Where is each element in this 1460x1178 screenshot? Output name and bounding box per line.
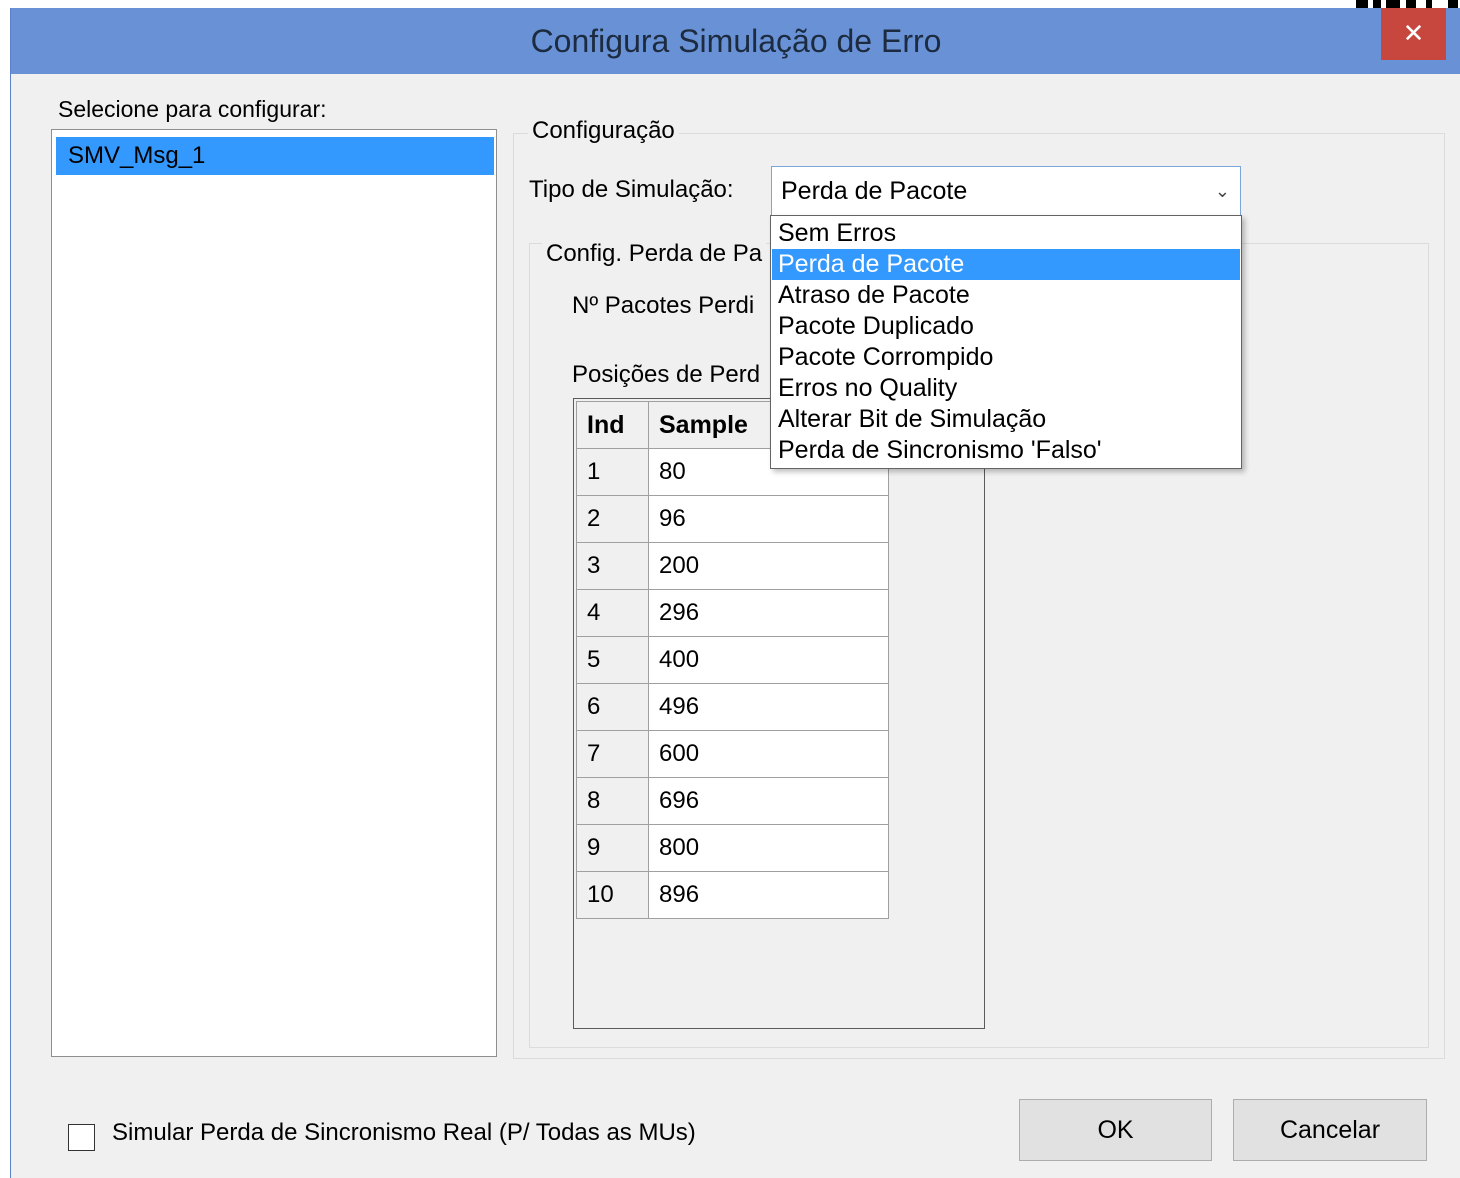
row-index: 2	[576, 495, 649, 543]
sim-type-label: Tipo de Simulação:	[529, 176, 734, 203]
sync-loss-checkbox-label[interactable]: Simular Perda de Sincronismo Real (P/ To…	[112, 1119, 696, 1147]
positions-table: Ind Sample 1 80 2 96 3 200 4 296 5 400 6 496 7…	[576, 401, 889, 919]
row-index: 8	[576, 777, 649, 825]
sample-cell[interactable]: 696	[648, 777, 889, 825]
sample-cell[interactable]: 896	[648, 871, 889, 919]
row-index: 4	[576, 589, 649, 637]
sample-cell[interactable]: 400	[648, 636, 889, 684]
dialog-window: Configura Simulação de Erro ✕ Selecione …	[10, 8, 1460, 1178]
cancel-button[interactable]: Cancelar	[1233, 1099, 1427, 1161]
ok-button[interactable]: OK	[1019, 1099, 1212, 1161]
row-index: 1	[576, 448, 649, 496]
packet-loss-legend: Config. Perda de Pa	[542, 240, 767, 268]
option-perda-sincronismo-falso[interactable]: Perda de Sincronismo 'Falso'	[772, 435, 1240, 466]
row-index: 3	[576, 542, 649, 590]
window-title: Configura Simulação de Erro	[530, 23, 942, 59]
option-pacote-corrompido[interactable]: Pacote Corrompido	[772, 342, 1240, 373]
config-group-legend: Configuração	[528, 117, 679, 145]
message-listbox[interactable]: SMV_Msg_1	[51, 129, 497, 1057]
lost-packets-label: Nº Pacotes Perdi	[572, 292, 755, 319]
row-index: 10	[576, 871, 649, 919]
column-header-ind[interactable]: Ind	[576, 401, 649, 449]
option-pacote-duplicado[interactable]: Pacote Duplicado	[772, 311, 1240, 342]
sim-type-combobox[interactable]: Perda de Pacote ⌄	[771, 166, 1241, 216]
close-button[interactable]: ✕	[1381, 8, 1446, 60]
loss-positions-label: Posições de Perd	[572, 361, 761, 388]
sim-type-dropdown-list[interactable]: Sem Erros Perda de Pacote Atraso de Paco…	[770, 215, 1242, 469]
option-perda-de-pacote[interactable]: Perda de Pacote	[772, 249, 1240, 280]
table-row[interactable]: 4 296	[576, 589, 889, 637]
table-row[interactable]: 7 600	[576, 730, 889, 778]
table-row[interactable]: 10 896	[576, 871, 889, 919]
select-label: Selecione para configurar:	[58, 96, 327, 122]
close-icon: ✕	[1402, 18, 1425, 48]
sample-cell[interactable]: 96	[648, 495, 889, 543]
row-index: 9	[576, 824, 649, 872]
table-row[interactable]: 6 496	[576, 683, 889, 731]
option-erros-no-quality[interactable]: Erros no Quality	[772, 373, 1240, 404]
table-row[interactable]: 5 400	[576, 636, 889, 684]
loss-positions-grid[interactable]: Ind Sample 1 80 2 96 3 200 4 296 5 400 6 496 7…	[573, 398, 985, 1029]
option-atraso-de-pacote[interactable]: Atraso de Pacote	[772, 280, 1240, 311]
title-bar[interactable]: Configura Simulação de Erro ✕	[11, 8, 1460, 74]
table-row[interactable]: 2 96	[576, 495, 889, 543]
combobox-value: Perda de Pacote	[781, 177, 968, 205]
row-index: 5	[576, 636, 649, 684]
sample-cell[interactable]: 296	[648, 589, 889, 637]
row-index: 7	[576, 730, 649, 778]
table-row[interactable]: 3 200	[576, 542, 889, 590]
table-row[interactable]: 8 696	[576, 777, 889, 825]
table-row[interactable]: 9 800	[576, 824, 889, 872]
sample-cell[interactable]: 600	[648, 730, 889, 778]
sample-cell[interactable]: 200	[648, 542, 889, 590]
sample-cell[interactable]: 800	[648, 824, 889, 872]
sample-cell[interactable]: 496	[648, 683, 889, 731]
list-item[interactable]: SMV_Msg_1	[56, 137, 494, 175]
chevron-down-icon[interactable]: ⌄	[1215, 167, 1230, 215]
sync-loss-checkbox[interactable]	[68, 1124, 95, 1151]
row-index: 6	[576, 683, 649, 731]
option-alterar-bit-simulacao[interactable]: Alterar Bit de Simulação	[772, 404, 1240, 435]
option-sem-erros[interactable]: Sem Erros	[772, 218, 1240, 249]
